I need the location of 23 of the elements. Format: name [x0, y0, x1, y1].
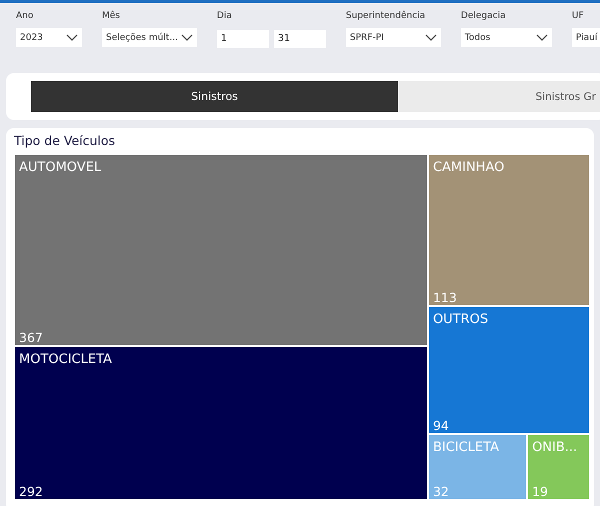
dropdown[interactable]: SPRF-PI: [346, 28, 441, 47]
date-field[interactable]: 31: [274, 30, 326, 48]
filter-label: Superintendência: [346, 10, 426, 23]
filter-label: Ano: [16, 10, 34, 23]
filter-label: UF: [572, 10, 585, 23]
chevron-down-icon: [536, 34, 548, 41]
filter-label: Delegacia: [460, 10, 507, 23]
treemap-tile[interactable]: AUTOMOVEL 367: [14, 154, 428, 346]
tab[interactable]: Sinistros: [31, 81, 398, 112]
dropdown[interactable]: Seleções múlt...: [102, 28, 197, 47]
filter-label: Dia: [216, 10, 233, 23]
chart-title: Tipo de Veículos: [14, 133, 116, 150]
date-field[interactable]: 1: [216, 30, 269, 48]
filter-label: Mês: [102, 10, 121, 23]
tab[interactable]: Sinistros Gr: [398, 81, 600, 112]
dropdown[interactable]: Piauí: [572, 28, 600, 47]
dropdown[interactable]: 2023: [16, 28, 82, 47]
chevron-down-icon: [424, 34, 437, 41]
chevron-down-icon: [66, 34, 78, 41]
treemap-tile[interactable]: MOTOCICLETA 292: [14, 346, 428, 500]
treemap-tile[interactable]: OUTROS 94: [428, 306, 590, 434]
dropdown[interactable]: Todos: [460, 28, 552, 47]
chevron-down-icon: [180, 34, 193, 41]
